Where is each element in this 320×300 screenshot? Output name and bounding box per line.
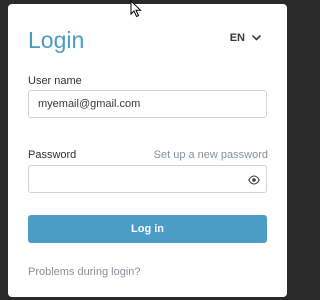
language-label: EN — [229, 32, 245, 44]
login-problems-link[interactable]: Problems during login? — [28, 266, 141, 278]
chevron-down-icon — [252, 35, 261, 41]
mouse-cursor-icon — [130, 0, 142, 18]
language-selector[interactable]: EN — [230, 32, 261, 44]
login-card: Login EN User name Password Set up a new… — [8, 4, 287, 297]
password-label: Password — [28, 149, 77, 161]
password-input[interactable] — [28, 165, 267, 193]
page-title: Login — [28, 27, 85, 53]
eye-icon[interactable] — [248, 174, 260, 186]
username-input[interactable] — [28, 90, 267, 118]
username-label: User name — [28, 75, 82, 87]
set-new-password-link[interactable]: Set up a new password — [154, 149, 268, 161]
login-button[interactable]: Log in — [28, 215, 267, 243]
